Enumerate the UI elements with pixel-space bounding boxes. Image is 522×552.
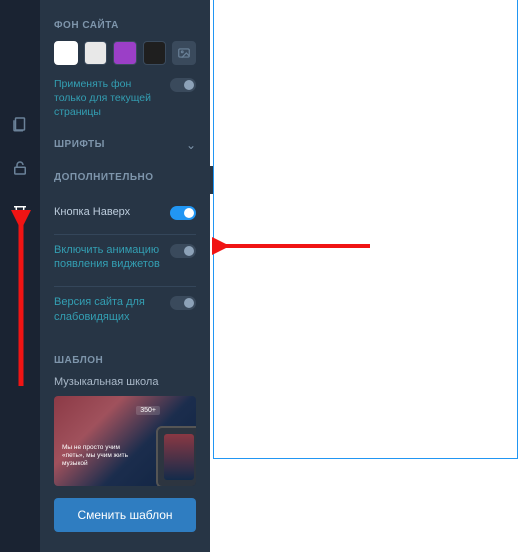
swatch-purple[interactable] — [113, 41, 137, 65]
thumb-phone-preview — [156, 426, 196, 486]
section-additional-title: ДОПОЛНИТЕЛЬНО — [54, 172, 196, 183]
icon-rail — [0, 0, 40, 552]
thumb-badge: 350+ — [136, 406, 160, 415]
pages-icon[interactable] — [10, 114, 30, 134]
chevron-down-icon: ⌄ — [186, 138, 196, 152]
section-fonts[interactable]: ШРИФТЫ ⌄ — [54, 138, 196, 152]
swatch-dark[interactable] — [143, 41, 167, 65]
lock-icon[interactable] — [10, 158, 30, 178]
back-to-top-label: Кнопка Наверх — [54, 205, 162, 220]
accessibility-toggle[interactable] — [170, 296, 196, 310]
background-swatches — [54, 41, 196, 65]
apply-bg-label: Применять фон только для текущей страниц… — [54, 77, 162, 120]
section-background-title: ФОН САЙТА — [54, 20, 196, 31]
accessibility-label: Версия сайта для слабовидящих — [54, 295, 162, 325]
widget-anim-label: Включить анимацию появления виджетов — [54, 243, 162, 273]
swatch-image[interactable] — [172, 41, 196, 65]
swatch-white[interactable] — [54, 41, 78, 65]
section-fonts-title: ШРИФТЫ — [54, 139, 105, 150]
template-name: Музыкальная школа — [54, 376, 196, 388]
template-thumbnail[interactable]: 350+ Мы не просто учим «петь», мы учим ж… — [54, 396, 196, 486]
widget-anim-toggle[interactable] — [170, 244, 196, 258]
apply-bg-toggle[interactable] — [170, 78, 196, 92]
page-canvas[interactable] — [213, 0, 518, 459]
thumb-caption: Мы не просто учим «петь», мы учим жить м… — [62, 444, 132, 468]
back-to-top-toggle[interactable] — [170, 206, 196, 220]
section-template-title: ШАБЛОН — [54, 355, 196, 366]
settings-panel: ФОН САЙТА Применять фон только для текущ… — [40, 0, 210, 552]
change-template-button[interactable]: Сменить шаблон — [54, 498, 196, 532]
design-icon[interactable] — [10, 202, 30, 222]
swatch-light[interactable] — [84, 41, 108, 65]
